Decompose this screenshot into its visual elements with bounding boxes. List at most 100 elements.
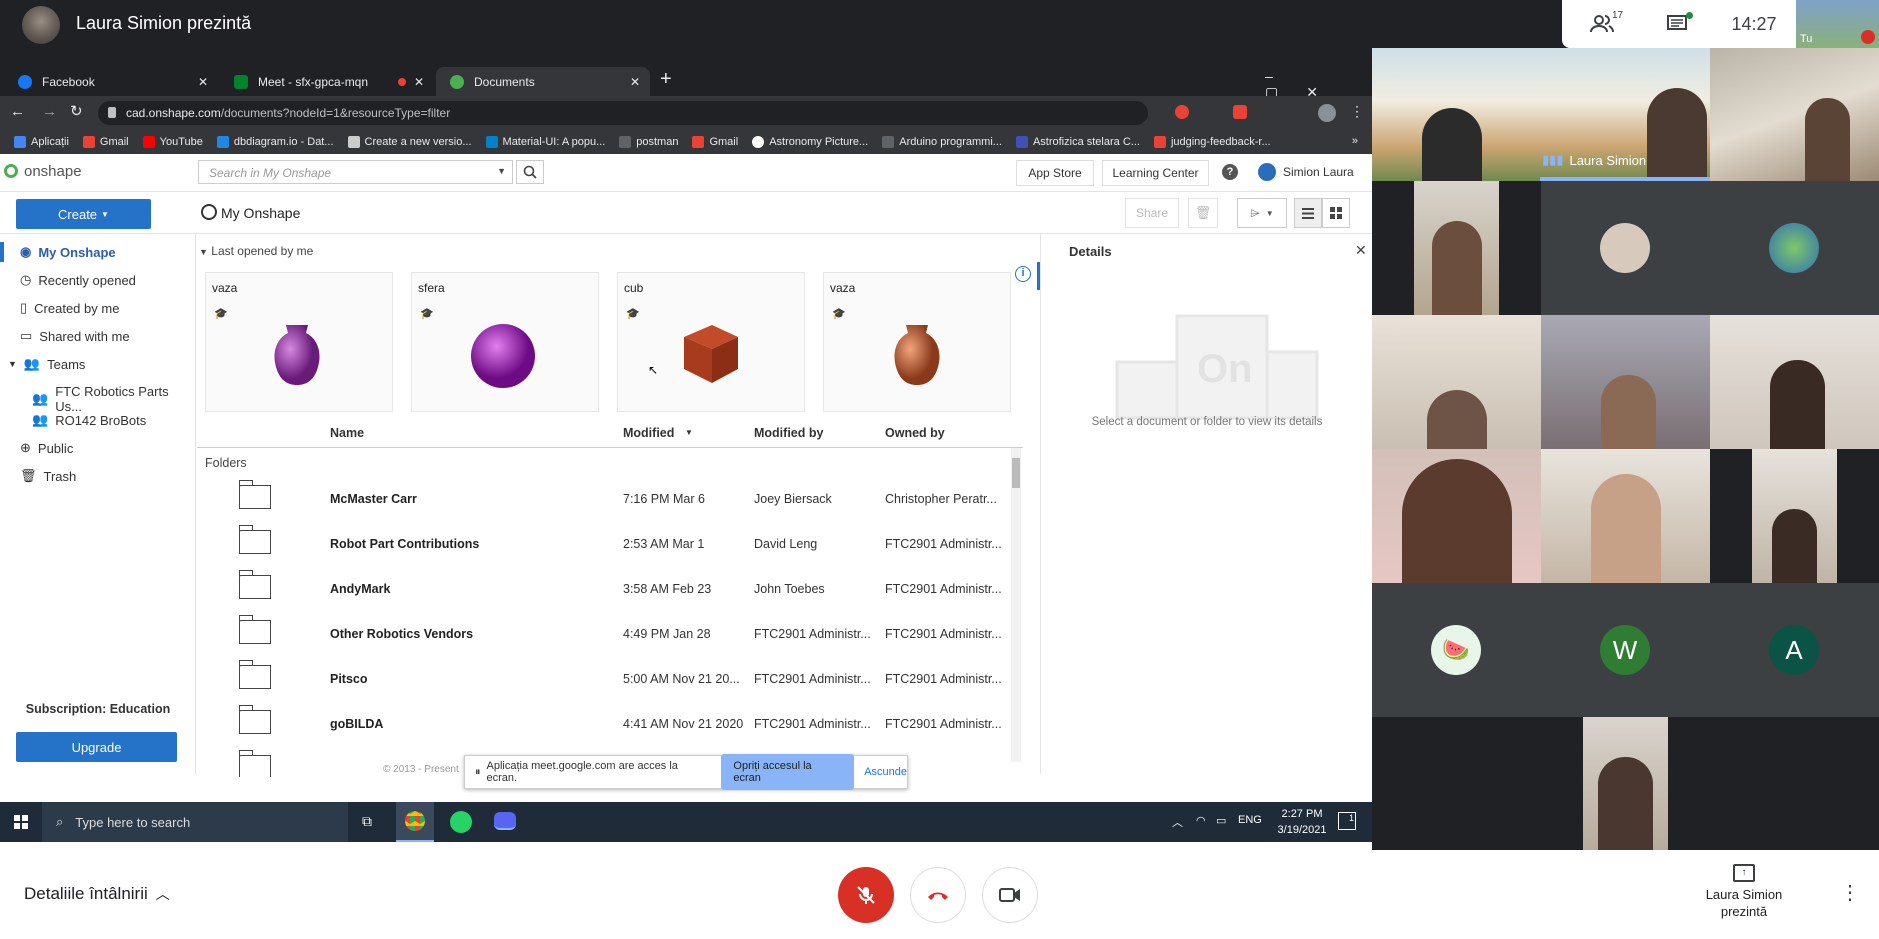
table-row[interactable]: Pitsco 5:00 AM Nov 21 20... FTC2901 Admini…: [197, 657, 1015, 702]
close-icon[interactable]: ✕: [630, 75, 640, 89]
mic-toggle-button[interactable]: [838, 867, 894, 923]
bookmark-arduino[interactable]: Arduino programmi...: [882, 136, 1002, 148]
participant-tile[interactable]: A: [1710, 583, 1879, 717]
hide-banner-button[interactable]: Ascunde: [864, 766, 907, 778]
search-button[interactable]: [516, 160, 544, 184]
wifi-icon[interactable]: ◠: [1196, 814, 1206, 827]
leave-call-button[interactable]: [910, 867, 966, 923]
sidebar-item-team-ftc[interactable]: 👥 FTC Robotics Parts Us...: [32, 384, 195, 414]
help-icon[interactable]: ?: [1222, 164, 1238, 180]
windows-start-icon[interactable]: [14, 815, 28, 829]
table-row[interactable]: McMaster Carr 7:16 PM Mar 6 Joey Biersack C…: [197, 477, 1015, 522]
participant-tile[interactable]: [1372, 315, 1541, 449]
task-view-icon[interactable]: ⧉: [362, 813, 372, 830]
scrollbar-thumb[interactable]: [1012, 458, 1020, 488]
search-input[interactable]: Search in My Onshape ▼: [198, 160, 513, 184]
chrome-taskbar-icon[interactable]: [396, 802, 434, 842]
sidebar-item-recently-opened[interactable]: ◷ Recently opened: [20, 272, 136, 288]
participant-tile[interactable]: [1541, 315, 1710, 449]
participant-tile[interactable]: [1710, 181, 1879, 315]
recent-section-toggle[interactable]: ▼ Last opened by me: [199, 244, 313, 258]
recent-card-sfera[interactable]: sfera 🎓: [411, 272, 599, 412]
participant-tile-speaker[interactable]: ▮▮▮ Laura Simion: [1372, 48, 1710, 181]
profile-avatar[interactable]: [1318, 104, 1336, 122]
more-bookmarks-icon[interactable]: »: [1352, 135, 1358, 147]
camera-toggle-button[interactable]: [982, 867, 1038, 923]
tab-facebook[interactable]: Facebook ✕: [4, 67, 218, 96]
bookmark-gmail[interactable]: Gmail: [82, 136, 129, 148]
extension-icon[interactable]: [1175, 105, 1189, 119]
participant-tile[interactable]: [1710, 315, 1879, 449]
url-field[interactable]: cad.onshape.com/documents?nodeId=1&resou…: [98, 101, 1148, 125]
meeting-details-button[interactable]: Detaliile întâlnirii ︿: [24, 884, 170, 904]
participant-tile[interactable]: [1541, 449, 1710, 583]
bookmark-apps[interactable]: Aplicații: [14, 136, 69, 148]
table-row[interactable]: Robot Part Contributions 2:53 AM Mar 1 Dav…: [197, 522, 1015, 567]
sort-desc-icon[interactable]: ▼: [685, 428, 693, 437]
participant-tile[interactable]: 🍉: [1372, 583, 1541, 717]
participant-tile[interactable]: W: [1541, 583, 1710, 717]
label-dropdown[interactable]: ⌲ ▼: [1237, 198, 1287, 228]
column-name[interactable]: Name: [330, 426, 364, 440]
table-row[interactable]: Other Robotics Vendors 4:49 PM Jan 28 FTC2…: [197, 612, 1015, 657]
recent-card-vaza-2[interactable]: vaza 🎓: [823, 272, 1011, 412]
battery-icon[interactable]: ▭: [1216, 814, 1226, 827]
recent-card-cub[interactable]: cub 🎓 ↖: [617, 272, 805, 412]
presenting-button[interactable]: ↑ Laura Simion prezintă: [1690, 864, 1798, 920]
language-indicator[interactable]: ENG: [1238, 814, 1262, 826]
new-tab-icon[interactable]: +: [660, 68, 672, 91]
taskbar-clock[interactable]: 2:27 PM 3/19/2021: [1272, 806, 1332, 838]
sidebar-item-trash[interactable]: 🗑 Trash: [20, 468, 76, 484]
upgrade-button[interactable]: Upgrade: [16, 732, 177, 762]
participant-tile[interactable]: [1710, 48, 1879, 181]
trash-icon[interactable]: 🗑: [1188, 198, 1218, 228]
participants-button[interactable]: 17: [1562, 0, 1642, 48]
bookmark-postman[interactable]: postman: [619, 136, 678, 148]
sidebar-item-created-by-me[interactable]: ▯ Created by me: [20, 300, 119, 316]
sidebar-item-public[interactable]: ⊕ Public: [20, 440, 73, 456]
share-button[interactable]: Share: [1125, 198, 1179, 228]
forward-icon[interactable]: →: [42, 103, 57, 120]
app-store-button[interactable]: App Store: [1016, 160, 1094, 186]
sidebar-item-team-ro142[interactable]: 👥 RO142 BroBots: [32, 412, 146, 428]
learning-center-button[interactable]: Learning Center: [1102, 160, 1209, 186]
column-modified[interactable]: Modified: [623, 426, 674, 440]
reload-icon[interactable]: ↻: [70, 102, 83, 120]
stop-sharing-button[interactable]: Opriți accesul la ecran: [721, 754, 855, 790]
participant-tile[interactable]: [1372, 181, 1541, 315]
close-icon[interactable]: ✕: [1355, 242, 1367, 259]
create-button[interactable]: Create ▼: [16, 199, 151, 229]
bookmark-youtube[interactable]: YouTube: [142, 136, 203, 148]
bookmark-material-ui[interactable]: Material-UI: A popu...: [485, 136, 605, 148]
chat-button[interactable]: [1642, 0, 1712, 48]
back-icon[interactable]: ←: [10, 103, 25, 120]
chevron-up-icon[interactable]: ︿: [1172, 814, 1183, 830]
self-tile[interactable]: Tu: [1796, 0, 1879, 48]
extension-icon[interactable]: [1233, 105, 1247, 119]
tab-meet[interactable]: Meet - sfx-gpca-mqn ✕: [220, 67, 434, 96]
sidebar-item-shared-with-me[interactable]: ▭ Shared with me: [20, 328, 130, 344]
whatsapp-taskbar-icon[interactable]: [450, 811, 472, 833]
close-icon[interactable]: ✕: [198, 75, 208, 89]
bookmark-astrofizica[interactable]: Astrofizica stelara C...: [1015, 136, 1140, 148]
more-options-icon[interactable]: ⋮: [1840, 880, 1860, 905]
bookmark-create-version[interactable]: Create a new versio...: [347, 136, 472, 148]
chevron-down-icon[interactable]: ▼: [497, 166, 506, 176]
sidebar-item-teams[interactable]: ▼ 👥 Teams: [8, 356, 85, 372]
bookmark-judging[interactable]: judging-feedback-r...: [1153, 136, 1271, 148]
onshape-logo[interactable]: onshape: [24, 163, 82, 180]
list-view-icon[interactable]: [1294, 198, 1322, 228]
notification-icon[interactable]: 1: [1338, 812, 1356, 830]
taskbar-search[interactable]: ⌕ Type here to search: [42, 802, 348, 842]
bookmark-gmail-2[interactable]: Gmail: [692, 136, 738, 148]
menu-icon[interactable]: ⋮: [1350, 103, 1364, 120]
sidebar-item-my-onshape[interactable]: ◉ My Onshape: [20, 244, 116, 260]
table-row[interactable]: AndyMark 3:58 AM Feb 23 John Toebes FTC2901…: [197, 567, 1015, 612]
participant-tile[interactable]: [1710, 449, 1879, 583]
recent-card-vaza[interactable]: vaza 🎓: [205, 272, 393, 412]
user-menu[interactable]: Simion Laura: [1283, 165, 1354, 179]
column-modified-by[interactable]: Modified by: [754, 426, 823, 440]
grid-view-icon[interactable]: [1322, 198, 1350, 228]
scrollbar[interactable]: [1011, 448, 1021, 762]
discord-taskbar-icon[interactable]: [494, 812, 516, 830]
